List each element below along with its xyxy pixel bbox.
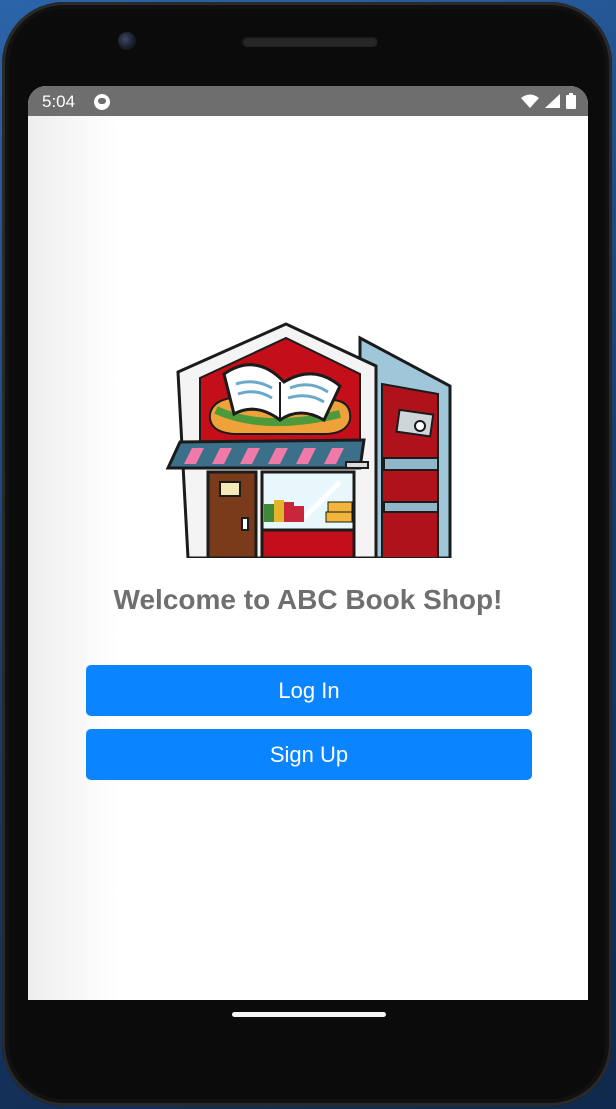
- status-bar: 5:04: [28, 86, 588, 116]
- app-screen: 5:04 Welcome to ABC Book Shop! Log In Si…: [28, 86, 588, 1000]
- welcome-heading: Welcome to ABC Book Shop!: [113, 584, 503, 615]
- content-edge-shade: [28, 116, 118, 1000]
- front-camera: [118, 32, 136, 50]
- status-time: 5:04: [42, 92, 76, 111]
- bookshop-illustration: [165, 322, 452, 558]
- cellular-signal-icon: [545, 94, 560, 108]
- login-button[interactable]: Log In: [86, 665, 532, 716]
- battery-icon: [566, 93, 576, 109]
- app-notification-icon: [94, 94, 110, 110]
- earpiece-speaker: [242, 36, 378, 47]
- phone-frame: 5:04 Welcome to ABC Book Shop! Log In Si…: [2, 2, 612, 1106]
- wifi-icon: [521, 94, 539, 108]
- status-icons: [521, 93, 576, 109]
- signup-button[interactable]: Sign Up: [86, 729, 532, 780]
- home-indicator[interactable]: [232, 1012, 386, 1017]
